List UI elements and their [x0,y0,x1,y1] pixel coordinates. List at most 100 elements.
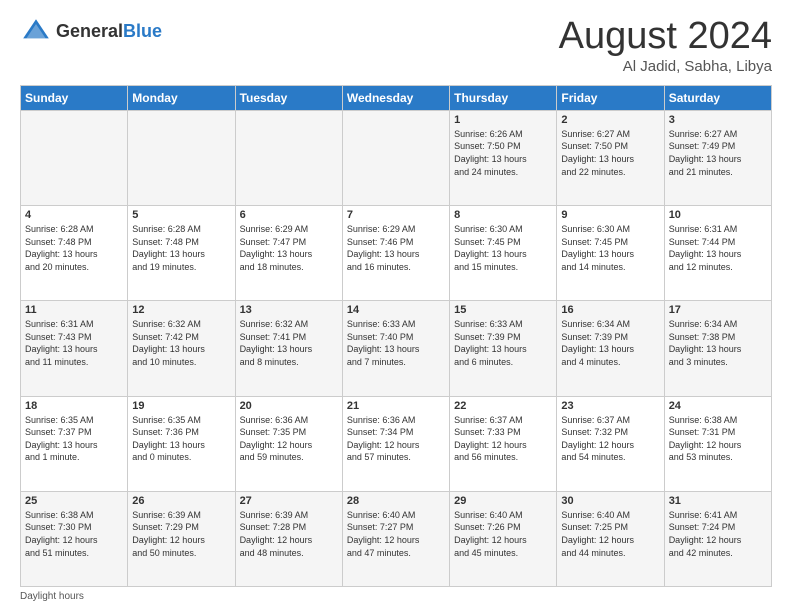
day-info: Sunrise: 6:29 AMSunset: 7:47 PMDaylight:… [240,223,338,273]
day-number: 16 [561,304,659,316]
day-info: Sunrise: 6:32 AMSunset: 7:41 PMDaylight:… [240,318,338,368]
day-number: 1 [454,114,552,126]
logo-icon [20,16,52,48]
logo: GeneralBlue [20,16,162,48]
day-info: Sunrise: 6:37 AMSunset: 7:32 PMDaylight:… [561,414,659,464]
day-info: Sunrise: 6:28 AMSunset: 7:48 PMDaylight:… [132,223,230,273]
day-info: Sunrise: 6:39 AMSunset: 7:28 PMDaylight:… [240,509,338,559]
col-header-tuesday: Tuesday [235,85,342,110]
day-number: 24 [669,400,767,412]
day-number: 30 [561,495,659,507]
col-header-friday: Friday [557,85,664,110]
day-info: Sunrise: 6:31 AMSunset: 7:44 PMDaylight:… [669,223,767,273]
day-info: Sunrise: 6:32 AMSunset: 7:42 PMDaylight:… [132,318,230,368]
week-row-4: 25 Sunrise: 6:38 AMSunset: 7:30 PMDayligh… [21,491,772,586]
day-info: Sunrise: 6:34 AMSunset: 7:39 PMDaylight:… [561,318,659,368]
day-number: 31 [669,495,767,507]
day-cell [128,110,235,205]
day-info: Sunrise: 6:39 AMSunset: 7:29 PMDaylight:… [132,509,230,559]
header: GeneralBlue August 2024 Al Jadid, Sabha,… [20,16,772,75]
day-info: Sunrise: 6:41 AMSunset: 7:24 PMDaylight:… [669,509,767,559]
logo-line1: General [56,21,123,41]
day-cell: 14Sunrise: 6:33 AMSunset: 7:40 PMDayligh… [342,301,449,396]
day-cell: 18 Sunrise: 6:35 AMSunset: 7:37 PMDayligh… [21,396,128,491]
day-cell [342,110,449,205]
day-cell: 26 Sunrise: 6:39 AMSunset: 7:29 PMDayligh… [128,491,235,586]
calendar-header-row: SundayMondayTuesdayWednesdayThursdayFrid… [21,85,772,110]
day-number: 3 [669,114,767,126]
day-cell: 24 Sunrise: 6:38 AMSunset: 7:31 PMDayligh… [664,396,771,491]
day-number: 8 [454,209,552,221]
day-info: Sunrise: 6:35 AMSunset: 7:36 PMDaylight:… [132,414,230,464]
day-info: Sunrise: 6:38 AMSunset: 7:30 PMDaylight:… [25,509,123,559]
day-info: Sunrise: 6:27 AMSunset: 7:49 PMDaylight:… [669,128,767,178]
day-cell: 8 Sunrise: 6:30 AMSunset: 7:45 PMDaylight… [450,206,557,301]
day-cell: 22 Sunrise: 6:37 AMSunset: 7:33 PMDayligh… [450,396,557,491]
day-number: 29 [454,495,552,507]
day-cell: 20Sunrise: 6:36 AMSunset: 7:35 PMDayligh… [235,396,342,491]
day-cell: 9Sunrise: 6:30 AMSunset: 7:45 PMDaylight… [557,206,664,301]
day-number: 7 [347,209,445,221]
day-number: 14 [347,304,445,316]
col-header-saturday: Saturday [664,85,771,110]
day-cell: 12 Sunrise: 6:32 AMSunset: 7:42 PMDayligh… [128,301,235,396]
day-number: 6 [240,209,338,221]
day-number: 19 [132,400,230,412]
day-cell: 3 Sunrise: 6:27 AMSunset: 7:49 PMDaylight… [664,110,771,205]
day-cell: 27 Sunrise: 6:39 AMSunset: 7:28 PMDayligh… [235,491,342,586]
day-cell [235,110,342,205]
col-header-wednesday: Wednesday [342,85,449,110]
day-cell: 16 Sunrise: 6:34 AMSunset: 7:39 PMDayligh… [557,301,664,396]
day-number: 28 [347,495,445,507]
day-info: Sunrise: 6:35 AMSunset: 7:37 PMDaylight:… [25,414,123,464]
day-info: Sunrise: 6:36 AMSunset: 7:34 PMDaylight:… [347,414,445,464]
day-cell: 13Sunrise: 6:32 AMSunset: 7:41 PMDayligh… [235,301,342,396]
day-cell: 31 Sunrise: 6:41 AMSunset: 7:24 PMDayligh… [664,491,771,586]
day-cell: 4 Sunrise: 6:28 AMSunset: 7:48 PMDaylight… [21,206,128,301]
day-number: 26 [132,495,230,507]
day-info: Sunrise: 6:30 AMSunset: 7:45 PMDaylight:… [454,223,552,273]
day-number: 10 [669,209,767,221]
day-number: 22 [454,400,552,412]
day-info: Sunrise: 6:29 AMSunset: 7:46 PMDaylight:… [347,223,445,273]
day-cell: 29 Sunrise: 6:40 AMSunset: 7:26 PMDayligh… [450,491,557,586]
day-number: 21 [347,400,445,412]
day-cell: 21 Sunrise: 6:36 AMSunset: 7:34 PMDayligh… [342,396,449,491]
day-info: Sunrise: 6:38 AMSunset: 7:31 PMDaylight:… [669,414,767,464]
day-number: 5 [132,209,230,221]
day-info: Sunrise: 6:28 AMSunset: 7:48 PMDaylight:… [25,223,123,273]
day-info: Sunrise: 6:40 AMSunset: 7:26 PMDaylight:… [454,509,552,559]
day-number: 23 [561,400,659,412]
day-info: Sunrise: 6:40 AMSunset: 7:25 PMDaylight:… [561,509,659,559]
day-number: 27 [240,495,338,507]
day-cell [21,110,128,205]
day-info: Sunrise: 6:31 AMSunset: 7:43 PMDaylight:… [25,318,123,368]
day-info: Sunrise: 6:37 AMSunset: 7:33 PMDaylight:… [454,414,552,464]
week-row-3: 18 Sunrise: 6:35 AMSunset: 7:37 PMDayligh… [21,396,772,491]
day-cell: 11Sunrise: 6:31 AMSunset: 7:43 PMDayligh… [21,301,128,396]
col-header-thursday: Thursday [450,85,557,110]
footer-note: Daylight hours [20,591,772,602]
day-info: Sunrise: 6:33 AMSunset: 7:39 PMDaylight:… [454,318,552,368]
col-header-sunday: Sunday [21,85,128,110]
day-cell: 28 Sunrise: 6:40 AMSunset: 7:27 PMDayligh… [342,491,449,586]
day-number: 4 [25,209,123,221]
day-cell: 1 Sunrise: 6:26 AMSunset: 7:50 PMDaylight… [450,110,557,205]
day-number: 12 [132,304,230,316]
week-row-1: 4 Sunrise: 6:28 AMSunset: 7:48 PMDaylight… [21,206,772,301]
day-number: 15 [454,304,552,316]
subtitle: Al Jadid, Sabha, Libya [559,58,772,75]
day-info: Sunrise: 6:27 AMSunset: 7:50 PMDaylight:… [561,128,659,178]
day-info: Sunrise: 6:40 AMSunset: 7:27 PMDaylight:… [347,509,445,559]
day-cell: 2Sunrise: 6:27 AMSunset: 7:50 PMDaylight… [557,110,664,205]
day-cell: 6 Sunrise: 6:29 AMSunset: 7:47 PMDaylight… [235,206,342,301]
day-info: Sunrise: 6:26 AMSunset: 7:50 PMDaylight:… [454,128,552,178]
day-cell: 25 Sunrise: 6:38 AMSunset: 7:30 PMDayligh… [21,491,128,586]
day-cell: 30 Sunrise: 6:40 AMSunset: 7:25 PMDayligh… [557,491,664,586]
day-number: 25 [25,495,123,507]
page: GeneralBlue August 2024 Al Jadid, Sabha,… [0,0,792,612]
day-info: Sunrise: 6:36 AMSunset: 7:35 PMDaylight:… [240,414,338,464]
day-number: 18 [25,400,123,412]
col-header-monday: Monday [128,85,235,110]
day-cell: 10 Sunrise: 6:31 AMSunset: 7:44 PMDayligh… [664,206,771,301]
